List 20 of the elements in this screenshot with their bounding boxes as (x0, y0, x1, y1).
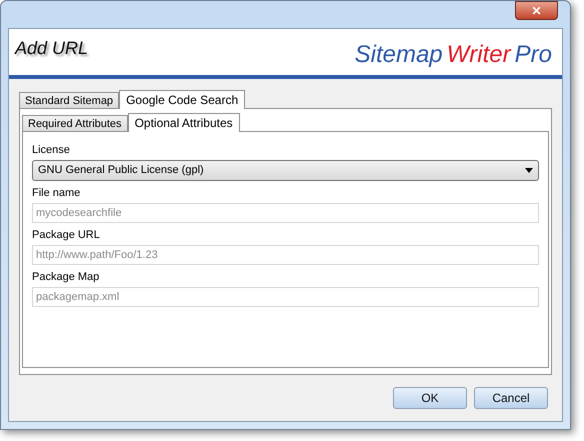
field-label: Package URL (32, 229, 101, 242)
dialog-button[interactable]: Cancel (474, 387, 548, 409)
dialog-title: Add URL (15, 37, 88, 60)
dropdown-arrow-icon (525, 168, 533, 173)
license-dropdown[interactable]: GNU General Public License (gpl) (32, 160, 539, 181)
tab[interactable]: Required Attributes (22, 115, 128, 131)
field-label: File name (32, 187, 82, 200)
input-field[interactable]: mycodesearchfile (32, 203, 539, 223)
logo-word: Writer (446, 43, 511, 67)
logo-word: Sitemap (354, 43, 443, 67)
input-field[interactable]: http://www.path/Foo/1.23 (32, 245, 539, 265)
logo-word: Pro (514, 43, 552, 67)
dropdown-value: GNU General Public License (gpl) (38, 163, 204, 178)
tab[interactable]: Google Code Search (119, 90, 246, 109)
field-label: Package Map (32, 271, 100, 284)
field-label: License (32, 144, 71, 157)
tab[interactable]: Standard Sitemap (19, 92, 120, 108)
input-field[interactable]: packagemap.xml (32, 287, 539, 307)
dialog-button[interactable]: OK (393, 387, 467, 409)
tab[interactable]: Optional Attributes (128, 113, 240, 132)
